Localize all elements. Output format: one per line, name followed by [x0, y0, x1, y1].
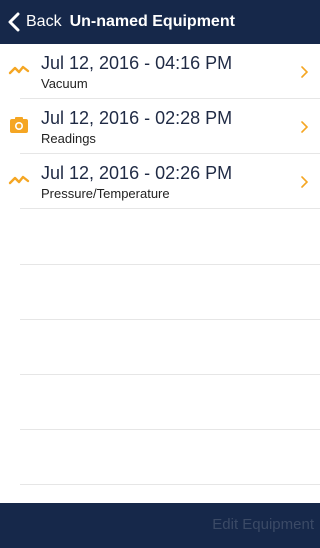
navigation-bar: Back Un-named Equipment	[0, 0, 320, 44]
entry-date: Jul 12, 2016 - 04:16 PM	[41, 53, 233, 73]
chevron-left-icon	[8, 12, 20, 32]
back-label: Back	[26, 13, 62, 30]
edit-equipment-button[interactable]: Edit Equipment	[212, 516, 314, 533]
chevron-right-icon	[301, 175, 309, 193]
entry-type: Vacuum	[41, 76, 88, 91]
entry-date: Jul 12, 2016 - 02:28 PM	[41, 108, 233, 128]
entry-list: Jul 12, 2016 - 04:16 PM Vacuum Jul 12, 2…	[0, 44, 320, 209]
divider	[20, 374, 320, 375]
bottom-toolbar: Edit Equipment	[0, 503, 320, 548]
back-button[interactable]: Back	[8, 0, 62, 44]
divider	[20, 264, 320, 265]
chevron-right-icon	[301, 65, 309, 83]
list-item[interactable]: Jul 12, 2016 - 04:16 PM Vacuum	[8, 44, 320, 99]
wave-icon	[7, 168, 31, 192]
list-item[interactable]: Jul 12, 2016 - 02:28 PM Readings	[10, 99, 320, 154]
camera-icon	[7, 113, 31, 137]
divider	[20, 484, 320, 485]
list-item[interactable]: Jul 12, 2016 - 02:26 PM Pressure/Tempera…	[8, 154, 320, 209]
entry-date: Jul 12, 2016 - 02:26 PM	[41, 163, 233, 183]
divider	[20, 429, 320, 430]
entry-type: Pressure/Temperature	[41, 186, 170, 201]
page-title: Un-named Equipment	[69, 13, 235, 30]
entry-type: Readings	[41, 131, 96, 146]
divider	[20, 319, 320, 320]
wave-icon	[7, 58, 31, 82]
chevron-right-icon	[301, 120, 309, 138]
